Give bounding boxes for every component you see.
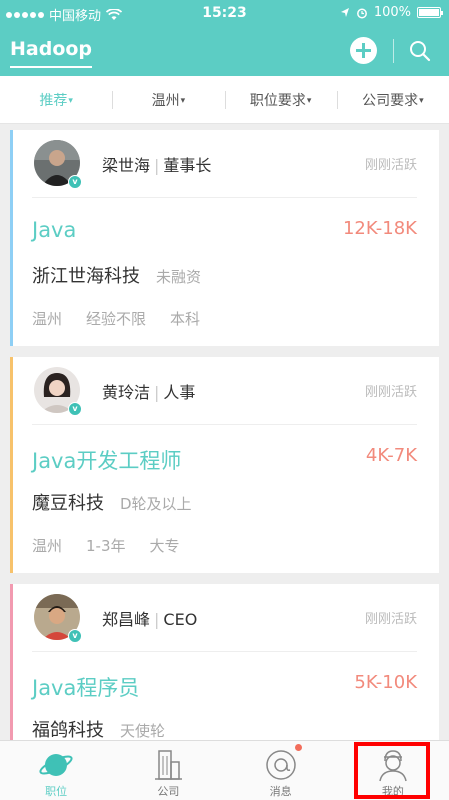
card-header: v 梁世海 | 董事长 刚刚活跃 bbox=[10, 130, 439, 198]
job-card[interactable]: v 郑昌峰 | CEO 刚刚活跃 Java程序员 5K-10K 福鸽科技 天使轮 bbox=[10, 584, 439, 742]
filter-label: 公司要求 bbox=[362, 92, 419, 109]
verified-icon: v bbox=[68, 175, 82, 189]
recruiter-name: 黄玲洁 bbox=[102, 383, 151, 402]
activity-status: 刚刚活跃 bbox=[364, 612, 417, 627]
recruiter-info: 黄玲洁 | 人事 bbox=[102, 383, 196, 402]
recruiter-name: 郑昌峰 bbox=[102, 610, 151, 629]
company-name: 浙江世海科技 bbox=[32, 266, 140, 287]
plus-circle-icon[interactable] bbox=[350, 37, 377, 64]
salary: 4K-7K bbox=[365, 445, 417, 466]
status-right: 100% bbox=[340, 5, 443, 20]
job-title: Java bbox=[32, 218, 77, 242]
activity-status: 刚刚活跃 bbox=[364, 385, 417, 400]
company-info: 浙江世海科技 未融资 bbox=[32, 262, 201, 288]
tab-label: 公司 bbox=[157, 785, 180, 798]
recruiter-role: 人事 bbox=[163, 383, 196, 402]
activity-status: 刚刚活跃 bbox=[364, 158, 417, 173]
job-card[interactable]: v 黄玲洁 | 人事 刚刚活跃 Java开发工程师 4K-7K 魔豆科技 D轮及以上 … bbox=[10, 357, 439, 573]
funding-stage: 未融资 bbox=[156, 268, 202, 286]
notification-dot bbox=[294, 744, 302, 751]
tab-jobs[interactable]: 职位 bbox=[0, 741, 112, 800]
job-card[interactable]: v 梁世海 | 董事长 刚刚活跃 Java 12K-18K 浙江世海科技 未融资 温州… bbox=[10, 130, 439, 346]
company-info: 福鸽科技 天使轮 bbox=[32, 716, 165, 742]
chevron-down-icon: ▾ bbox=[306, 95, 312, 106]
card-header: v 黄玲洁 | 人事 刚刚活跃 bbox=[10, 357, 439, 425]
nav-divider bbox=[393, 39, 394, 63]
salary: 5K-10K bbox=[354, 672, 417, 693]
filter-city[interactable]: 温州▾ bbox=[112, 90, 224, 110]
job-education: 本科 bbox=[170, 310, 201, 328]
company-name: 魔豆科技 bbox=[32, 493, 104, 514]
highlight-box bbox=[354, 742, 430, 799]
divider bbox=[32, 651, 417, 652]
divider bbox=[32, 424, 417, 425]
filter-label: 推荐 bbox=[39, 92, 68, 109]
job-requirements: 温州 经验不限 本科 bbox=[32, 308, 200, 329]
job-title: Java开发工程师 bbox=[32, 449, 182, 473]
location-arrow-icon bbox=[340, 8, 349, 17]
tab-label: 职位 bbox=[45, 785, 68, 798]
funding-stage: 天使轮 bbox=[120, 722, 166, 740]
card-header: v 郑昌峰 | CEO 刚刚活跃 bbox=[10, 584, 439, 652]
search-icon[interactable] bbox=[409, 40, 431, 62]
filter-label: 职位要求 bbox=[249, 92, 306, 109]
nav-bar: Hadoop bbox=[0, 26, 449, 76]
company-info: 魔豆科技 D轮及以上 bbox=[32, 489, 192, 515]
status-bar: 中国移动 15:23 100% bbox=[0, 0, 449, 26]
job-city: 温州 bbox=[32, 537, 63, 555]
filter-company-requirements[interactable]: 公司要求▾ bbox=[336, 90, 449, 110]
message-icon bbox=[265, 750, 296, 780]
tab-messages[interactable]: 消息 bbox=[225, 741, 337, 800]
funding-stage: D轮及以上 bbox=[120, 495, 192, 513]
filter-job-requirements[interactable]: 职位要求▾ bbox=[224, 90, 337, 110]
salary: 12K-18K bbox=[342, 218, 417, 239]
recruiter-role: CEO bbox=[163, 610, 198, 629]
battery-percent: 100% bbox=[373, 5, 411, 20]
chevron-down-icon: ▾ bbox=[68, 95, 73, 106]
job-title: Java程序员 bbox=[32, 676, 140, 700]
recruiter-info: 郑昌峰 | CEO bbox=[102, 610, 198, 629]
verified-icon: v bbox=[68, 402, 82, 416]
verified-icon: v bbox=[68, 629, 82, 643]
filter-label: 温州 bbox=[151, 92, 180, 109]
job-education: 大专 bbox=[149, 537, 180, 555]
recruiter-info: 梁世海 | 董事长 bbox=[102, 156, 212, 175]
recruiter-role: 董事长 bbox=[163, 156, 212, 175]
page-title[interactable]: Hadoop bbox=[10, 38, 93, 68]
filter-bar: 推荐▾ 温州▾ 职位要求▾ 公司要求▾ bbox=[0, 76, 449, 124]
job-experience: 经验不限 bbox=[86, 310, 147, 328]
job-requirements: 温州 1-3年 大专 bbox=[32, 535, 180, 556]
job-city: 温州 bbox=[32, 310, 63, 328]
recruiter-name: 梁世海 bbox=[102, 156, 151, 175]
divider bbox=[32, 197, 417, 198]
chevron-down-icon: ▾ bbox=[419, 95, 424, 106]
tab-label: 消息 bbox=[269, 785, 292, 798]
filter-recommend[interactable]: 推荐▾ bbox=[0, 90, 112, 110]
chevron-down-icon: ▾ bbox=[180, 95, 186, 106]
job-experience: 1-3年 bbox=[86, 537, 126, 555]
building-icon bbox=[155, 750, 183, 780]
battery-icon bbox=[417, 7, 443, 18]
planet-icon bbox=[39, 754, 73, 776]
company-name: 福鸽科技 bbox=[32, 720, 104, 741]
tab-companies[interactable]: 公司 bbox=[112, 741, 224, 800]
alarm-icon bbox=[356, 8, 367, 18]
